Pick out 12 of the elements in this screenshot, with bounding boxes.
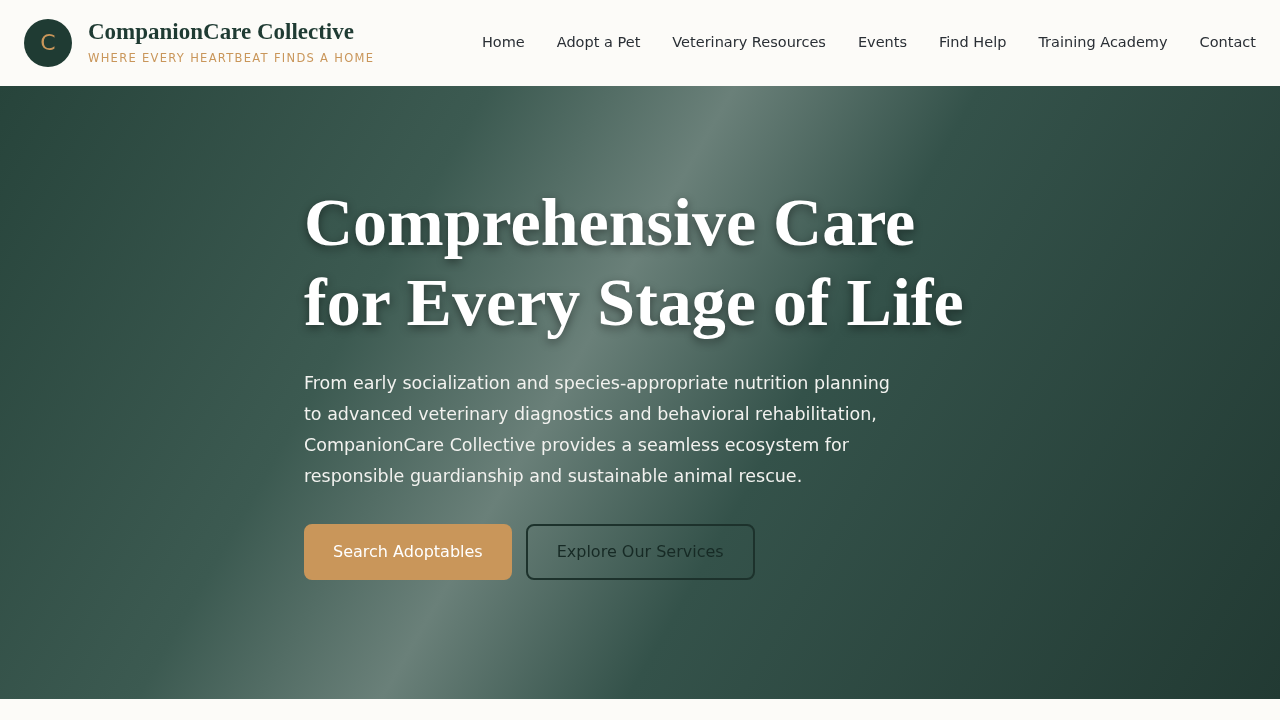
nav-link[interactable]: Veterinary Resources — [672, 32, 826, 54]
brand-tagline: WHERE EVERY HEARTBEAT FINDS A HOME — [88, 50, 375, 67]
brand-name[interactable]: CompanionCare Collective — [88, 18, 375, 44]
nav-link[interactable]: Find Help — [939, 32, 1007, 54]
hero-heading: Comprehensive Care for Every Stage of Life — [304, 183, 965, 342]
nav-link[interactable]: Events — [857, 32, 907, 54]
nav-link[interactable]: Adopt a Pet — [556, 32, 641, 54]
nav-link[interactable]: Home — [481, 32, 525, 54]
logo-icon[interactable]: C — [24, 19, 72, 67]
nav-link[interactable]: Training Academy — [1038, 32, 1168, 54]
hero-description: From early socialization and species-appropriate nutrition planning to advanced veterinary diagnostics and behavioral rehabilitation, CompanionCare Collective provides a seamless ecosystem for responsible guardianship and sustainable animal rescue. — [304, 372, 891, 488]
nav-link[interactable]: Contact — [1199, 32, 1256, 54]
